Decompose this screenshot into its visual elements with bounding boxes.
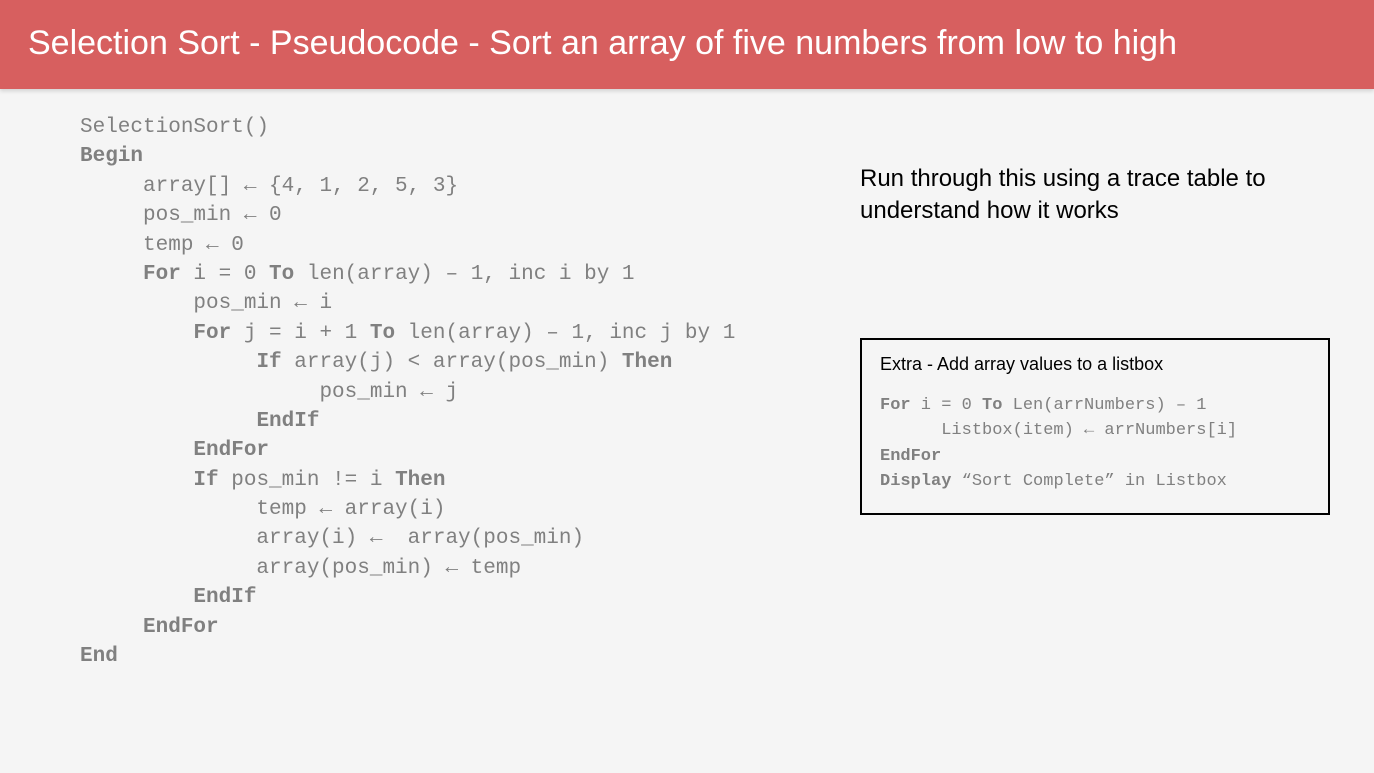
code-indent [80,469,193,492]
extra-title: Extra - Add array values to a listbox [880,354,1310,375]
code-line: array(pos_min) ← temp [80,557,521,580]
code-indent [80,616,143,639]
code-keyword: EndIf [256,410,319,433]
code-indent [80,439,193,462]
code-text: Len(arrNumbers) – 1 [1002,396,1206,415]
code-indent [80,351,256,374]
code-keyword: If [193,469,218,492]
code-line: SelectionSort() [80,116,269,139]
code-text: array(j) < array(pos_min) [282,351,622,374]
code-line: pos_min ← i [80,292,332,315]
pseudocode-block: SelectionSort() Begin array[] ← {4, 1, 2… [80,113,860,671]
code-indent [80,263,143,286]
extra-box: Extra - Add array values to a listbox Fo… [860,338,1330,515]
code-keyword: To [269,263,294,286]
code-line: pos_min ← j [80,381,458,404]
code-text: i = 0 [181,263,269,286]
code-keyword: End [80,645,118,668]
code-keyword: To [982,396,1002,415]
code-text: j = i + 1 [231,322,370,345]
code-keyword: For [143,263,181,286]
code-text: “Sort Complete” in Listbox [951,472,1226,491]
code-keyword: If [256,351,281,374]
code-line: pos_min ← 0 [80,204,282,227]
instruction-text: Run through this using a trace table to … [860,163,1340,228]
code-keyword: To [370,322,395,345]
code-text: i = 0 [911,396,982,415]
code-text: pos_min != i [219,469,395,492]
code-keyword: EndFor [143,616,219,639]
code-keyword: Display [880,472,951,491]
code-line: temp ← array(i) [80,498,445,521]
code-keyword: EndFor [193,439,269,462]
code-text: len(array) – 1, inc j by 1 [395,322,735,345]
right-column: Run through this using a trace table to … [860,113,1340,671]
code-keyword: For [193,322,231,345]
code-indent [80,586,193,609]
code-line: array[] ← {4, 1, 2, 5, 3} [80,175,458,198]
slide-content: SelectionSort() Begin array[] ← {4, 1, 2… [0,89,1374,671]
code-keyword: EndFor [880,447,941,466]
code-keyword: EndIf [193,586,256,609]
code-keyword: Then [395,469,445,492]
code-text: len(array) – 1, inc i by 1 [294,263,634,286]
code-line: array(i) ← array(pos_min) [80,527,584,550]
slide-title: Selection Sort - Pseudocode - Sort an ar… [0,0,1374,89]
code-keyword: Begin [80,145,143,168]
extra-code: For i = 0 To Len(arrNumbers) – 1 Listbox… [880,393,1310,495]
code-keyword: For [880,396,911,415]
code-indent [80,410,256,433]
code-line: temp ← 0 [80,234,244,257]
code-indent [80,322,193,345]
code-line: Listbox(item) ← arrNumbers[i] [880,421,1237,440]
code-keyword: Then [622,351,672,374]
